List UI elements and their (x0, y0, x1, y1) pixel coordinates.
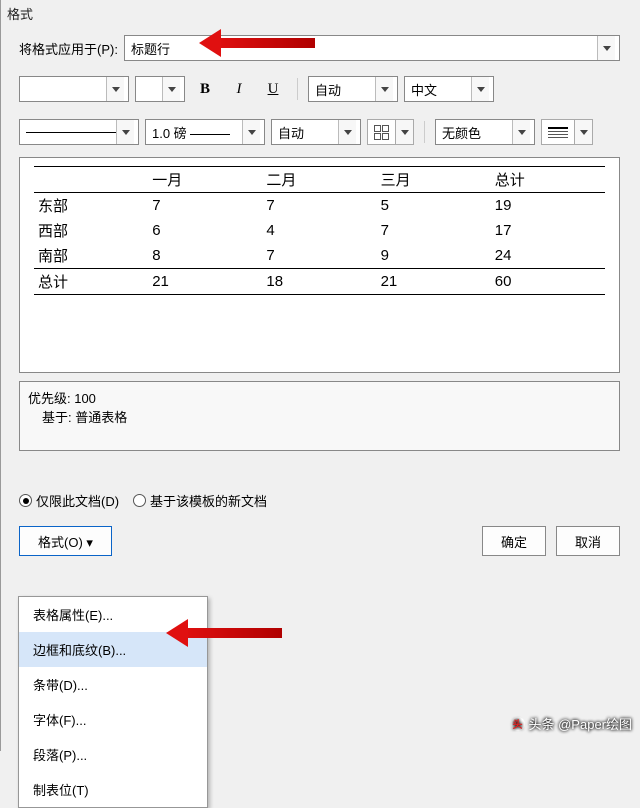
border-color-combo[interactable]: 自动 (271, 119, 361, 145)
chevron-down-icon (162, 77, 180, 101)
chevron-down-icon (471, 77, 489, 101)
line-weight-combo[interactable]: 1.0 磅 (145, 119, 265, 145)
radio-off-icon (133, 494, 146, 507)
font-color-combo[interactable]: 自动 (308, 76, 398, 102)
table-row: 西部64717 (34, 218, 605, 243)
chevron-down-icon (375, 77, 393, 101)
section-title: 格式 (1, 0, 638, 31)
format-button-label: 格式(O) ▾ (38, 532, 93, 551)
table-row: 南部87924 (34, 243, 605, 269)
menu-item-tabs[interactable]: 制表位(T) (19, 772, 207, 807)
separator (424, 121, 425, 143)
lines-icon (541, 119, 575, 145)
radio-template-new[interactable]: 基于该模板的新文档 (133, 491, 267, 510)
font-size-combo[interactable] (135, 76, 185, 102)
ok-button[interactable]: 确定 (482, 526, 546, 556)
radio-template-label: 基于该模板的新文档 (150, 491, 267, 510)
cancel-label: 取消 (575, 532, 601, 551)
ok-label: 确定 (501, 532, 527, 551)
chevron-down-icon (242, 120, 260, 144)
underline-button[interactable]: U (259, 75, 287, 103)
chevron-down-icon (575, 119, 593, 145)
apply-to-label: 将格式应用于(P): (19, 39, 118, 58)
radio-doc-only[interactable]: 仅限此文档(D) (19, 491, 119, 510)
cancel-button[interactable]: 取消 (556, 526, 620, 556)
font-family-combo[interactable] (19, 76, 129, 102)
fill-color-combo[interactable]: 无颜色 (435, 119, 535, 145)
italic-button[interactable]: I (225, 75, 253, 103)
chevron-down-icon (106, 77, 124, 101)
chevron-down-icon (338, 120, 356, 144)
lang-combo[interactable]: 中文 (404, 76, 494, 102)
chevron-down-icon (396, 119, 414, 145)
menu-item-font[interactable]: 字体(F)... (19, 702, 207, 737)
annotation-arrow-icon (166, 620, 286, 646)
table-row: 东部77519 (34, 193, 605, 219)
radio-on-icon (19, 494, 32, 507)
border-color-value: 自动 (278, 123, 304, 142)
font-color-value: 自动 (315, 80, 341, 99)
chevron-down-icon (512, 120, 530, 144)
border-preset-split[interactable] (367, 119, 414, 145)
table-preview: 一月 二月 三月 总计 东部77519 西部64717 南部87924 总计21… (19, 157, 620, 373)
line-stack-split[interactable] (541, 119, 593, 145)
menu-item-paragraph[interactable]: 段落(P)... (19, 737, 207, 772)
apply-to-value: 标题行 (131, 39, 170, 58)
table-header-row: 一月 二月 三月 总计 (34, 167, 605, 193)
lang-value: 中文 (411, 80, 437, 99)
annotation-arrow-icon (199, 30, 319, 56)
separator (297, 78, 298, 100)
priority-line: 优先级: 100 (28, 388, 611, 407)
fill-color-value: 无颜色 (442, 123, 481, 142)
based-on-line: 基于: 普通表格 (28, 407, 611, 426)
line-style-combo[interactable] (19, 119, 139, 145)
menu-item-banding[interactable]: 条带(D)... (19, 667, 207, 702)
chevron-down-icon (597, 36, 615, 60)
line-weight-value: 1.0 磅 (152, 123, 230, 142)
grid-icon (367, 119, 396, 145)
format-menu-button[interactable]: 格式(O) ▾ (19, 526, 112, 556)
watermark: 头 头条 @Paper绘图 (511, 714, 633, 733)
priority-info: 优先级: 100 基于: 普通表格 (19, 381, 620, 451)
watermark-text: 头条 @Paper绘图 (529, 714, 633, 733)
toutiao-icon: 头 (511, 717, 525, 731)
radio-doc-only-label: 仅限此文档(D) (36, 491, 119, 510)
line-style-icon (26, 125, 116, 139)
table-footer-row: 总计21182160 (34, 269, 605, 295)
chevron-down-icon (116, 120, 134, 144)
bold-button[interactable]: B (191, 75, 219, 103)
